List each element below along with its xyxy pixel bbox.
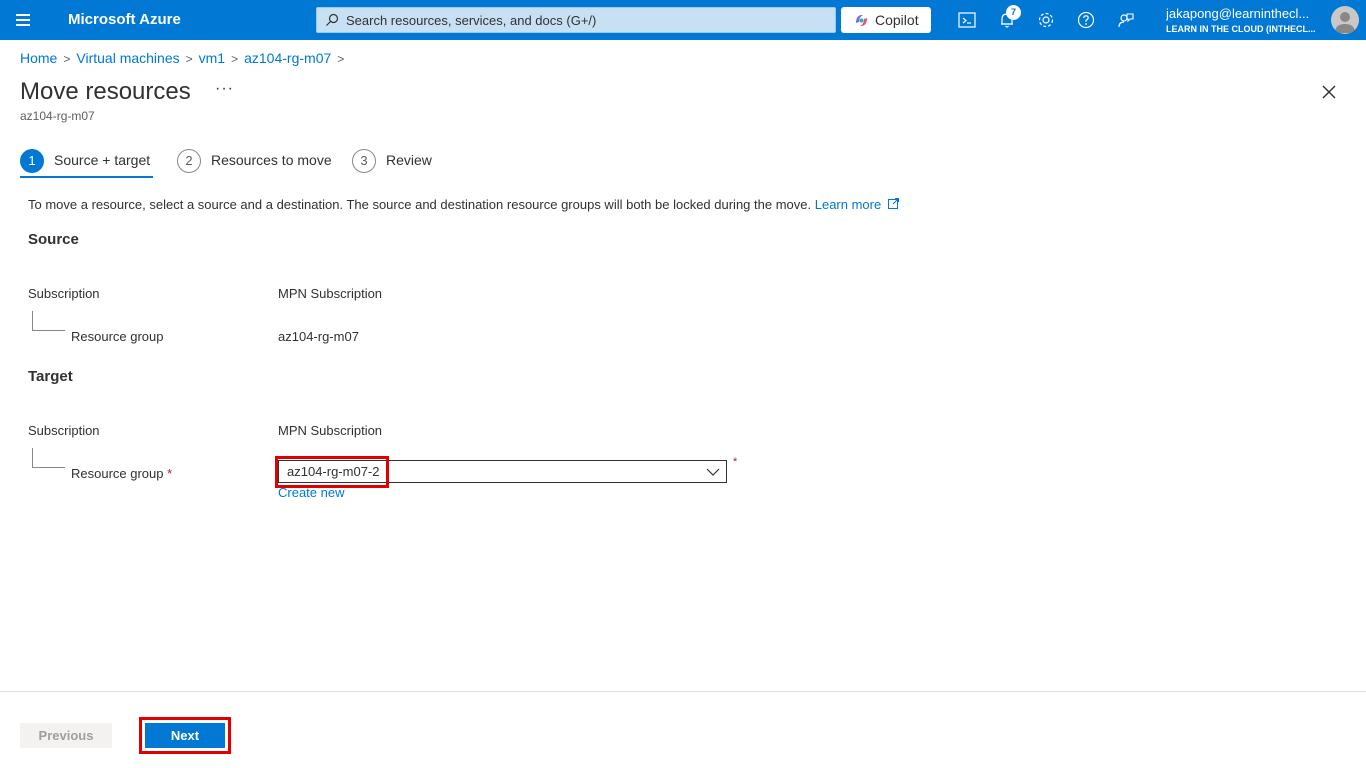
- description: To move a resource, select a source and …: [28, 197, 899, 212]
- tree-connector: [32, 448, 65, 468]
- copilot-label: Copilot: [875, 12, 919, 28]
- step-label: Resources to move: [211, 152, 332, 168]
- tab-resources-to-move[interactable]: 2 Resources to move: [177, 149, 337, 179]
- close-icon[interactable]: [1320, 83, 1338, 101]
- avatar[interactable]: [1331, 6, 1359, 34]
- menu-icon[interactable]: [14, 11, 34, 29]
- required-mark: *: [167, 466, 173, 481]
- more-options-button[interactable]: ···: [215, 80, 234, 98]
- target-rg-label-text: Resource group: [71, 466, 164, 481]
- source-heading: Source: [28, 231, 79, 248]
- highlight-box: [139, 717, 231, 754]
- feedback-icon[interactable]: [1116, 10, 1136, 30]
- gear-icon[interactable]: [1036, 10, 1056, 30]
- description-text: To move a resource, select a source and …: [28, 197, 812, 212]
- target-rg-label: Resource group *: [71, 466, 172, 481]
- step-number: 1: [20, 149, 44, 173]
- required-mark: *: [733, 456, 738, 468]
- target-subscription-value: MPN Subscription: [278, 423, 383, 438]
- chevron-right-icon: >: [63, 52, 71, 66]
- top-bar: Microsoft Azure Search resources, servic…: [0, 0, 1366, 40]
- chevron-right-icon: >: [231, 52, 239, 66]
- create-new-link[interactable]: Create new: [278, 485, 344, 500]
- tab-review[interactable]: 3 Review: [352, 149, 442, 179]
- step-label: Review: [386, 152, 432, 168]
- step-label: Source + target: [54, 152, 151, 168]
- learn-more-link[interactable]: Learn more: [815, 197, 899, 212]
- breadcrumb-vm1[interactable]: vm1: [199, 50, 225, 66]
- source-subscription-value: MPN Subscription: [278, 286, 383, 301]
- active-step-indicator: [20, 176, 153, 178]
- account-menu[interactable]: jakapong@learninthecl... LEARN IN THE CL…: [1166, 6, 1326, 34]
- breadcrumb-resource-group[interactable]: az104-rg-m07: [244, 50, 331, 66]
- learn-more-label: Learn more: [814, 197, 882, 212]
- source-rg-value: az104-rg-m07: [278, 329, 359, 344]
- footer-divider: [0, 691, 1366, 692]
- page-subtitle: az104-rg-m07: [20, 109, 95, 123]
- user-email: jakapong@learninthecl...: [1166, 6, 1310, 21]
- search-placeholder: Search resources, services, and docs (G+…: [346, 13, 597, 28]
- step-number: 3: [352, 149, 376, 173]
- breadcrumb-virtual-machines[interactable]: Virtual machines: [76, 50, 179, 66]
- search-input[interactable]: Search resources, services, and docs (G+…: [316, 7, 836, 33]
- help-icon[interactable]: [1076, 10, 1096, 30]
- breadcrumb-home[interactable]: Home: [20, 50, 57, 66]
- tree-connector: [32, 311, 65, 331]
- notification-badge: 7: [1006, 5, 1021, 20]
- source-rg-label: Resource group: [71, 329, 164, 344]
- chevron-right-icon: >: [185, 52, 193, 66]
- cloud-shell-icon[interactable]: [957, 10, 977, 30]
- chevron-down-icon: [706, 468, 720, 476]
- source-subscription-label: Subscription: [28, 286, 100, 301]
- copilot-icon: [856, 15, 867, 26]
- brand-title[interactable]: Microsoft Azure: [68, 11, 181, 28]
- previous-button[interactable]: Previous: [20, 723, 112, 748]
- tab-source-target[interactable]: 1 Source + target: [20, 149, 160, 179]
- user-icon: [1335, 12, 1355, 33]
- step-number: 2: [177, 149, 201, 173]
- target-subscription-label: Subscription: [28, 423, 100, 438]
- copilot-button[interactable]: Copilot: [841, 7, 931, 33]
- target-heading: Target: [28, 368, 73, 385]
- breadcrumb: Home > Virtual machines > vm1 > az104-rg-m07 >: [20, 50, 350, 66]
- search-icon: [326, 13, 339, 26]
- external-link-icon: [887, 198, 899, 209]
- user-tenant: LEARN IN THE CLOUD (INTHECL...: [1166, 24, 1316, 34]
- highlight-box: [275, 456, 389, 488]
- chevron-right-icon: >: [337, 52, 345, 66]
- page-title: Move resources: [20, 78, 191, 105]
